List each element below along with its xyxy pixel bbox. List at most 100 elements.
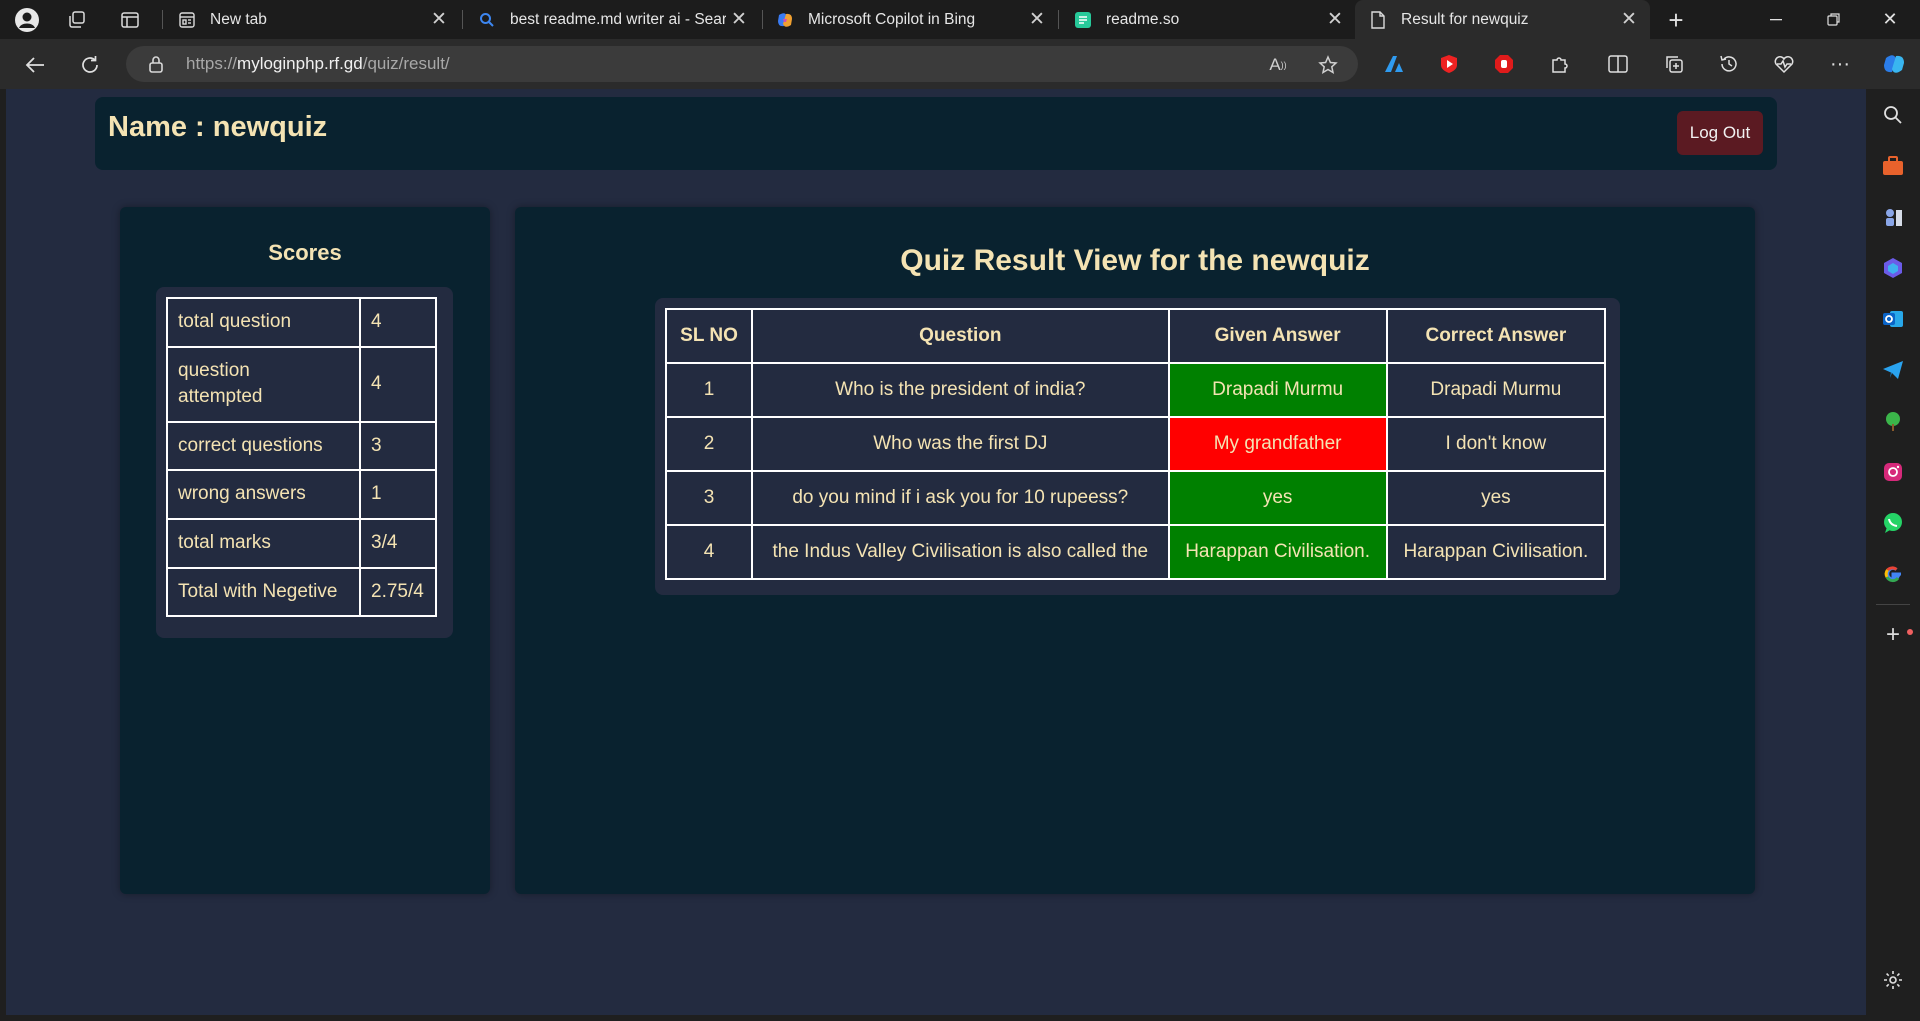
sidebar-search-icon[interactable]: [1879, 101, 1907, 129]
sl-no-cell: 4: [664, 524, 754, 580]
extensions-puzzle-icon[interactable]: [1545, 50, 1573, 78]
question-cell: the Indus Valley Civilisation is also ca…: [751, 524, 1170, 580]
tab-title: New tab: [210, 10, 267, 28]
copilot-icon: [776, 11, 794, 29]
page-header: Name : newquiz Log Out: [95, 97, 1777, 170]
google-icon[interactable]: [1879, 560, 1907, 588]
tab-title: best readme.md writer ai - Search: [510, 10, 726, 28]
copilot-sidebar-icon[interactable]: [1880, 50, 1908, 78]
tab-readme-so[interactable]: readme.so ✕: [1060, 0, 1356, 39]
new-tab-plus-icon[interactable]: +: [1662, 5, 1690, 35]
scores-table: total question 4 question attempted 4 co…: [166, 297, 437, 618]
result-card: SL NO Question Given Answer Correct Answ…: [655, 298, 1620, 595]
logout-button[interactable]: Log Out: [1677, 111, 1763, 155]
new-tab-page-icon: [178, 11, 196, 29]
sl-no-cell: 3: [664, 470, 754, 526]
correct-answer-cell: yes: [1385, 470, 1607, 526]
add-sidebar-app-plus-icon[interactable]: +: [1879, 621, 1907, 649]
close-window-icon[interactable]: ✕: [1862, 0, 1918, 39]
split-screen-icon[interactable]: [1604, 50, 1632, 78]
correct-answer-cell: I don't know: [1385, 416, 1607, 472]
close-tab-icon[interactable]: ✕: [1024, 7, 1050, 33]
result-row: 4 the Indus Valley Civilisation is also …: [664, 524, 1607, 580]
address-bar[interactable]: https://myloginphp.rf.gd/quiz/result/ A)…: [126, 46, 1358, 82]
shopping-tools-icon[interactable]: [1879, 152, 1907, 180]
collections-icon[interactable]: [1660, 50, 1688, 78]
minimize-icon[interactable]: [1748, 0, 1804, 39]
column-header-question: Question: [751, 308, 1170, 364]
tab-result-active[interactable]: Result for newquiz ✕: [1355, 0, 1650, 39]
score-row-question-attempted: question attempted 4: [166, 345, 437, 423]
column-header-given-answer: Given Answer: [1167, 308, 1388, 364]
edge-sidebar: +: [1866, 89, 1920, 1021]
history-icon[interactable]: [1715, 50, 1743, 78]
browser-essentials-icon[interactable]: [1770, 50, 1798, 78]
score-label: wrong answers: [166, 469, 361, 520]
result-row: 2 Who was the first DJ My grandfather I …: [664, 416, 1607, 472]
result-row: 3 do you mind if i ask you for 10 rupees…: [664, 470, 1607, 526]
column-header-correct-answer: Correct Answer: [1385, 308, 1607, 364]
tab-copilot[interactable]: Microsoft Copilot in Bing ✕: [762, 0, 1058, 39]
score-row-total-marks: total marks 3/4: [166, 517, 437, 569]
profile-avatar-icon[interactable]: [13, 6, 41, 34]
close-tab-icon[interactable]: ✕: [1616, 7, 1642, 33]
given-answer-cell: Harappan Civilisation.: [1167, 524, 1388, 580]
correct-answer-cell: Harappan Civilisation.: [1385, 524, 1607, 580]
quiz-result-panel: Quiz Result View for the newquiz SL NO Q…: [515, 207, 1755, 894]
given-answer-cell: My grandfather: [1167, 416, 1388, 472]
tab-new-tab[interactable]: New tab ✕: [164, 0, 460, 39]
given-answer-cell: Drapadi Murmu: [1167, 362, 1388, 418]
sl-no-cell: 2: [664, 416, 754, 472]
tree-drop-icon[interactable]: [1879, 407, 1907, 435]
tab-title: readme.so: [1106, 10, 1180, 28]
outlook-icon[interactable]: [1879, 305, 1907, 333]
tab-actions-icon[interactable]: [116, 6, 144, 34]
score-value: 4: [359, 297, 437, 348]
microsoft-365-icon[interactable]: [1879, 254, 1907, 282]
close-tab-icon[interactable]: ✕: [1322, 7, 1348, 33]
workspaces-icon[interactable]: [63, 6, 91, 34]
score-row-correct-questions: correct questions 3: [166, 420, 437, 472]
tab-search[interactable]: best readme.md writer ai - Search ✕: [464, 0, 760, 39]
telegram-send-icon[interactable]: [1879, 356, 1907, 384]
favorite-star-icon[interactable]: [1316, 54, 1340, 76]
refresh-icon[interactable]: [75, 50, 105, 80]
score-row-total-with-negative: Total with Negetive 2.75/4: [166, 566, 437, 618]
search-icon: [478, 11, 496, 29]
notification-dot: [1907, 629, 1913, 635]
given-answer-cell: yes: [1167, 470, 1388, 526]
scores-panel: Scores total question 4 question attempt…: [120, 207, 490, 894]
whatsapp-icon[interactable]: [1879, 509, 1907, 537]
close-tab-icon[interactable]: ✕: [726, 7, 752, 33]
result-row: 1 Who is the president of india? Drapadi…: [664, 362, 1607, 418]
stop-hand-extension-icon[interactable]: [1490, 50, 1518, 78]
more-options-icon[interactable]: ···: [1826, 50, 1854, 78]
question-cell: Who was the first DJ: [751, 416, 1170, 472]
restore-icon[interactable]: [1805, 0, 1861, 39]
games-chess-icon[interactable]: [1879, 203, 1907, 231]
web-page: Name : newquiz Log Out Scores total ques…: [0, 89, 1866, 1021]
score-value: 4: [359, 345, 437, 423]
score-label: Total with Negetive: [166, 566, 361, 618]
score-label: question attempted: [166, 345, 361, 423]
question-cell: Who is the president of india?: [751, 362, 1170, 418]
tab-title: Result for newquiz: [1401, 10, 1529, 28]
youtube-extension-icon[interactable]: [1435, 50, 1463, 78]
extension-a-icon[interactable]: [1380, 50, 1408, 78]
browser-toolbar: https://myloginphp.rf.gd/quiz/result/ A)…: [0, 39, 1920, 89]
score-label: total question: [166, 297, 361, 348]
score-label: correct questions: [166, 420, 361, 472]
page-icon: [1369, 10, 1387, 29]
score-row-total-question: total question 4: [166, 297, 437, 348]
read-aloud-icon[interactable]: A)): [1266, 54, 1290, 76]
close-tab-icon[interactable]: ✕: [426, 7, 452, 33]
instagram-icon[interactable]: [1879, 458, 1907, 486]
score-value: 3: [359, 420, 437, 472]
back-arrow-icon[interactable]: [20, 50, 50, 80]
lock-icon[interactable]: [148, 55, 166, 73]
sidebar-settings-gear-icon[interactable]: [1879, 966, 1907, 994]
url-text: https://myloginphp.rf.gd/quiz/result/: [186, 54, 450, 73]
score-row-wrong-answers: wrong answers 1: [166, 469, 437, 520]
score-label: total marks: [166, 517, 361, 569]
quiz-name-heading: Name : newquiz: [108, 111, 328, 143]
